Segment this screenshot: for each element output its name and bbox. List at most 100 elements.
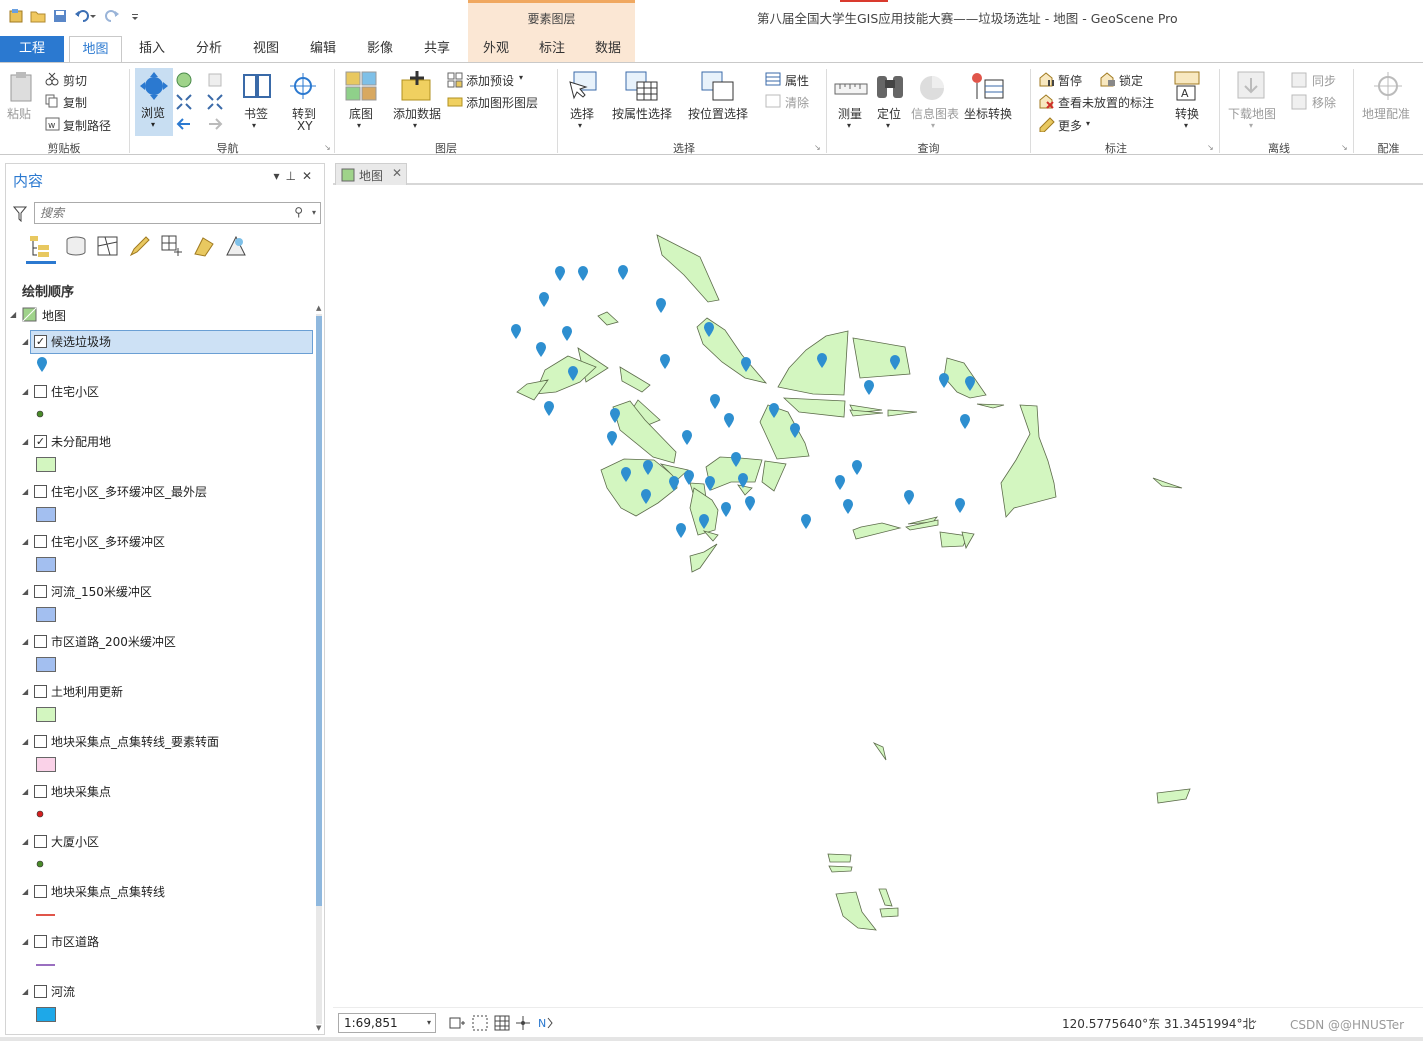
candidate-site-marker-icon[interactable]: [536, 342, 546, 357]
layer-visibility-checkbox[interactable]: [34, 835, 47, 848]
add-data-button[interactable]: 添加数据: [393, 105, 441, 122]
convert-labels-button[interactable]: 转换: [1175, 105, 1199, 122]
unassigned-land-parcel[interactable]: [852, 522, 902, 540]
select-button[interactable]: 选择: [570, 105, 594, 122]
map-drawing[interactable]: [333, 187, 1423, 1007]
offline-launcher-icon[interactable]: ↘: [1341, 143, 1348, 152]
scroll-down-icon[interactable]: ▼: [316, 1024, 321, 1032]
layer-visibility-checkbox[interactable]: [34, 785, 47, 798]
unassigned-land-parcel[interactable]: [689, 543, 718, 573]
close-map-tab-icon[interactable]: ✕: [392, 166, 402, 180]
unassigned-land-parcel[interactable]: [1152, 477, 1183, 489]
save-icon[interactable]: [52, 8, 68, 24]
candidate-site-marker-icon[interactable]: [939, 373, 949, 388]
georeference-button[interactable]: 地理配准: [1362, 105, 1410, 122]
candidate-site-marker-icon[interactable]: [607, 431, 617, 446]
layer-row[interactable]: ◢ 住宅小区_多环缓冲区: [6, 529, 314, 579]
paste-icon[interactable]: [8, 71, 36, 103]
expand-arrow-icon[interactable]: ◢: [22, 787, 28, 796]
layer-row[interactable]: ◢ ✓ 候选垃圾场: [6, 329, 314, 379]
layer-row[interactable]: ◢ ✓ 未分配用地: [6, 429, 314, 479]
candidate-site-marker-icon[interactable]: [511, 324, 521, 339]
grid-icon[interactable]: [494, 1015, 510, 1031]
candidate-site-marker-icon[interactable]: [843, 499, 853, 514]
expand-arrow-icon[interactable]: ◢: [22, 987, 28, 996]
more-labeling-button[interactable]: 更多: [1058, 117, 1082, 134]
tab-share[interactable]: 共享: [411, 36, 463, 63]
new-project-icon[interactable]: [8, 8, 24, 24]
tab-insert[interactable]: 插入: [126, 36, 178, 63]
layer-visibility-checkbox[interactable]: [34, 385, 47, 398]
layer-row[interactable]: ◢ 住宅小区_多环缓冲区_最外层: [6, 479, 314, 529]
layer-visibility-checkbox[interactable]: [34, 885, 47, 898]
cut-button[interactable]: 剪切: [63, 72, 87, 89]
measure-button[interactable]: 测量: [838, 105, 862, 122]
data-source-icon[interactable]: [64, 234, 88, 258]
tab-analysis[interactable]: 分析: [183, 36, 235, 63]
tab-edit[interactable]: 编辑: [297, 36, 349, 63]
candidate-site-marker-icon[interactable]: [724, 413, 734, 428]
tab-view[interactable]: 视图: [240, 36, 292, 63]
expand-arrow-icon[interactable]: ◢: [22, 587, 28, 596]
expand-arrow-icon[interactable]: ◢: [22, 637, 28, 646]
unassigned-land-parcel[interactable]: [702, 530, 719, 542]
layer-row[interactable]: ◢ 住宅小区: [6, 379, 314, 429]
scroll-thumb[interactable]: [316, 316, 322, 906]
expand-arrow-icon[interactable]: ◢: [22, 387, 28, 396]
layer-row[interactable]: ◢ 地块采集点: [6, 779, 314, 829]
redo-icon[interactable]: [102, 8, 124, 24]
layer-visibility-checkbox[interactable]: ✓: [34, 335, 47, 348]
expand-arrow-icon[interactable]: ◢: [22, 487, 28, 496]
tab-data[interactable]: 数据: [582, 36, 634, 63]
scroll-up-icon[interactable]: ▲: [316, 304, 321, 312]
fixed-zoom-out-icon[interactable]: [207, 94, 223, 110]
previous-extent-icon[interactable]: [176, 116, 192, 132]
unassigned-land-parcel[interactable]: [619, 366, 651, 393]
snapping-view-icon[interactable]: [160, 234, 184, 258]
unassigned-land-parcel[interactable]: [656, 234, 720, 303]
pane-menu-icon[interactable]: ▾: [273, 169, 285, 183]
candidate-site-marker-icon[interactable]: [960, 414, 970, 429]
select-by-location-button[interactable]: 按位置选择: [688, 105, 748, 122]
refresh-icon[interactable]: N: [537, 1015, 555, 1031]
drawing-order-icon[interactable]: [28, 234, 52, 258]
candidate-site-marker-icon[interactable]: [682, 430, 692, 445]
sync-button[interactable]: 同步: [1312, 72, 1336, 89]
scale-dropdown-icon[interactable]: ▾: [427, 1014, 431, 1032]
select-by-attributes-button[interactable]: 按属性选择: [612, 105, 672, 122]
layer-row[interactable]: ◢ 市区道路: [6, 929, 314, 979]
labeling-launcher-icon[interactable]: ↘: [1207, 143, 1214, 152]
full-extent-icon[interactable]: [176, 72, 192, 88]
layer-row[interactable]: ◢ 河流_150米缓冲区: [6, 579, 314, 629]
snapping-icon[interactable]: [472, 1015, 488, 1031]
search-field[interactable]: ⚲ ▾: [34, 202, 321, 224]
navigate-launcher-icon[interactable]: ↘: [324, 143, 331, 152]
pause-labeling-button[interactable]: 暂停: [1058, 72, 1082, 89]
lock-labels-button[interactable]: 锁定: [1119, 72, 1143, 89]
open-project-icon[interactable]: [30, 8, 46, 24]
expand-arrow-icon[interactable]: ◢: [22, 887, 28, 896]
customize-qat-icon[interactable]: [130, 8, 140, 24]
unassigned-land-parcel[interactable]: [827, 853, 852, 863]
candidate-site-marker-icon[interactable]: [660, 354, 670, 369]
layer-row[interactable]: ◢ 土地利用更新: [6, 679, 314, 729]
candidate-site-marker-icon[interactable]: [745, 496, 755, 511]
selection-launcher-icon[interactable]: ↘: [814, 143, 821, 152]
layer-row[interactable]: ◢ 河流: [6, 979, 314, 1029]
constraints-icon[interactable]: [515, 1015, 531, 1031]
locate-button[interactable]: 定位: [877, 105, 901, 122]
map-view-tab[interactable]: 地图 ✕: [335, 163, 407, 185]
candidate-site-marker-icon[interactable]: [904, 490, 914, 505]
layer-visibility-checkbox[interactable]: [34, 635, 47, 648]
layer-row[interactable]: ◢ 地块采集点_点集转线_要素转面: [6, 729, 314, 779]
unassigned-land-parcel[interactable]: [943, 357, 987, 399]
tab-map[interactable]: 地图: [69, 36, 122, 63]
add-preset-button[interactable]: 添加预设: [466, 72, 514, 89]
infographics-button[interactable]: 信息图表: [911, 105, 959, 122]
layer-visibility-checkbox[interactable]: [34, 485, 47, 498]
contents-scrollbar[interactable]: ▲ ▼: [314, 304, 324, 1034]
unassigned-land-parcel[interactable]: [828, 865, 853, 873]
unassigned-land-parcel[interactable]: [961, 531, 975, 550]
unassigned-land-parcel[interactable]: [737, 484, 753, 496]
tab-imagery[interactable]: 影像: [354, 36, 406, 63]
